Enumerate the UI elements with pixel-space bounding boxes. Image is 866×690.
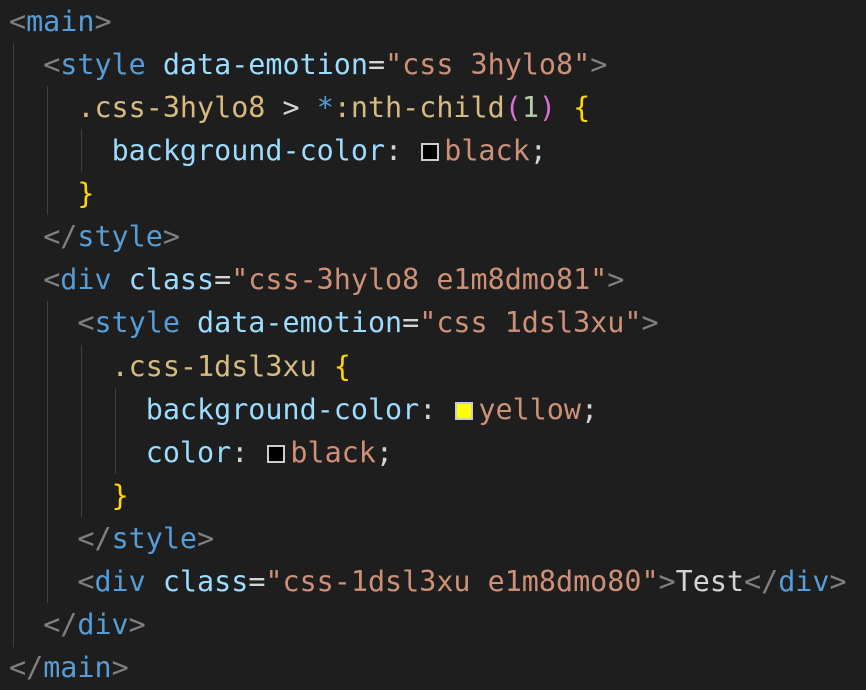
tag-name: main	[43, 651, 112, 684]
tag-name: div	[778, 565, 830, 598]
colon: :	[419, 393, 454, 426]
code-line-16: </main>	[9, 646, 129, 689]
code-line-14: <div class="css-1dsl3xu e1m8dmo80">Test<…	[9, 560, 847, 603]
tag-name: div	[77, 608, 129, 641]
tag-close-bracket: >	[590, 48, 608, 81]
tag-open-bracket: <	[9, 5, 27, 38]
equals-sign: =	[214, 263, 232, 296]
tag-open-bracket: <	[43, 48, 61, 81]
css-selector: .css-3hylo8	[77, 91, 266, 124]
tag-close-bracket: >	[607, 263, 625, 296]
css-value: black	[444, 134, 530, 167]
code-line-6: </style>	[9, 215, 180, 258]
tag-close-bracket: >	[111, 651, 129, 684]
attribute-name: class	[128, 263, 215, 296]
tag-close-bracket: >	[94, 5, 112, 38]
code-line-4: background-color: black;	[9, 129, 547, 172]
tag-open-bracket: </	[9, 651, 44, 684]
code-line-1: <main>	[9, 0, 112, 43]
tag-open-bracket: </	[43, 608, 78, 641]
tag-open-bracket: <	[77, 306, 95, 339]
attribute-name: data-emotion	[197, 306, 403, 339]
brace-close: }	[77, 177, 95, 210]
code-editor[interactable]: <main> <style data-emotion="css 3hylo8">…	[0, 0, 866, 690]
tag-open-bracket: </	[43, 220, 78, 253]
tag-close-bracket: >	[829, 565, 847, 598]
tag-close-bracket: >	[641, 306, 659, 339]
css-property: background-color	[111, 134, 386, 167]
css-combinator: >	[265, 91, 317, 124]
color-swatch-icon[interactable]	[267, 445, 286, 463]
brace-close: }	[111, 479, 129, 512]
css-property: color	[145, 436, 232, 469]
tag-name: style	[60, 48, 146, 81]
attribute-name: class	[162, 565, 249, 598]
paren-close: )	[538, 91, 556, 124]
paren-open: (	[504, 91, 522, 124]
attribute-value: "css-3hylo8 e1m8dmo81"	[231, 263, 608, 296]
attribute-name: data-emotion	[162, 48, 368, 81]
tag-name: style	[94, 306, 180, 339]
tag-open-bracket: </	[744, 565, 779, 598]
code-line-2: <style data-emotion="css 3hylo8">	[9, 43, 607, 86]
code-line-8: <style data-emotion="css 1dsl3xu">	[9, 301, 659, 344]
colon: :	[385, 134, 420, 167]
tag-name: main	[26, 5, 95, 38]
code-line-11: color: black;	[9, 431, 393, 474]
css-universal-selector: *	[316, 91, 334, 124]
semicolon: ;	[529, 134, 547, 167]
tag-open-bracket: <	[43, 263, 61, 296]
tag-open-bracket: <	[77, 565, 95, 598]
semicolon: ;	[580, 393, 599, 426]
tag-name: style	[77, 220, 163, 253]
code-line-12: }	[9, 474, 129, 517]
css-value: black	[290, 436, 376, 469]
tag-name: style	[111, 522, 198, 555]
tag-close-bracket: >	[128, 608, 146, 641]
tag-close-bracket: >	[197, 522, 215, 555]
code-line-10: background-color: yellow;	[9, 388, 598, 431]
tag-close-bracket: >	[658, 565, 676, 598]
color-swatch-icon[interactable]	[455, 402, 474, 420]
code-line-5: }	[9, 172, 94, 215]
tag-open-bracket: </	[77, 522, 112, 555]
equals-sign: =	[367, 48, 386, 81]
code-line-13: </style>	[9, 517, 214, 560]
css-pseudo-class: :nth-child	[333, 91, 505, 124]
tag-name: div	[60, 263, 112, 296]
number-literal: 1	[521, 91, 539, 124]
code-line-3: .css-3hylo8 > *:nth-child(1) {	[9, 86, 590, 129]
attribute-value: "css-1dsl3xu e1m8dmo80"	[265, 565, 659, 598]
brace-open: {	[573, 91, 591, 124]
css-property: background-color	[145, 393, 420, 426]
css-value: yellow	[478, 393, 581, 426]
tag-name: div	[94, 565, 146, 598]
attribute-value: "css 3hylo8"	[385, 48, 591, 81]
tag-close-bracket: >	[162, 220, 180, 253]
equals-sign: =	[402, 306, 420, 339]
code-line-9: .css-1dsl3xu {	[9, 345, 351, 388]
semicolon: ;	[375, 436, 393, 469]
color-swatch-icon[interactable]	[421, 143, 440, 161]
css-selector: .css-1dsl3xu	[111, 350, 317, 383]
colon: :	[231, 436, 266, 469]
brace-open: {	[333, 350, 351, 383]
equals-sign: =	[248, 565, 266, 598]
attribute-value: "css 1dsl3xu"	[419, 306, 642, 339]
element-text: Test	[675, 565, 745, 598]
code-line-7: <div class="css-3hylo8 e1m8dmo81">	[9, 258, 624, 301]
code-line-15: </div>	[9, 603, 146, 646]
